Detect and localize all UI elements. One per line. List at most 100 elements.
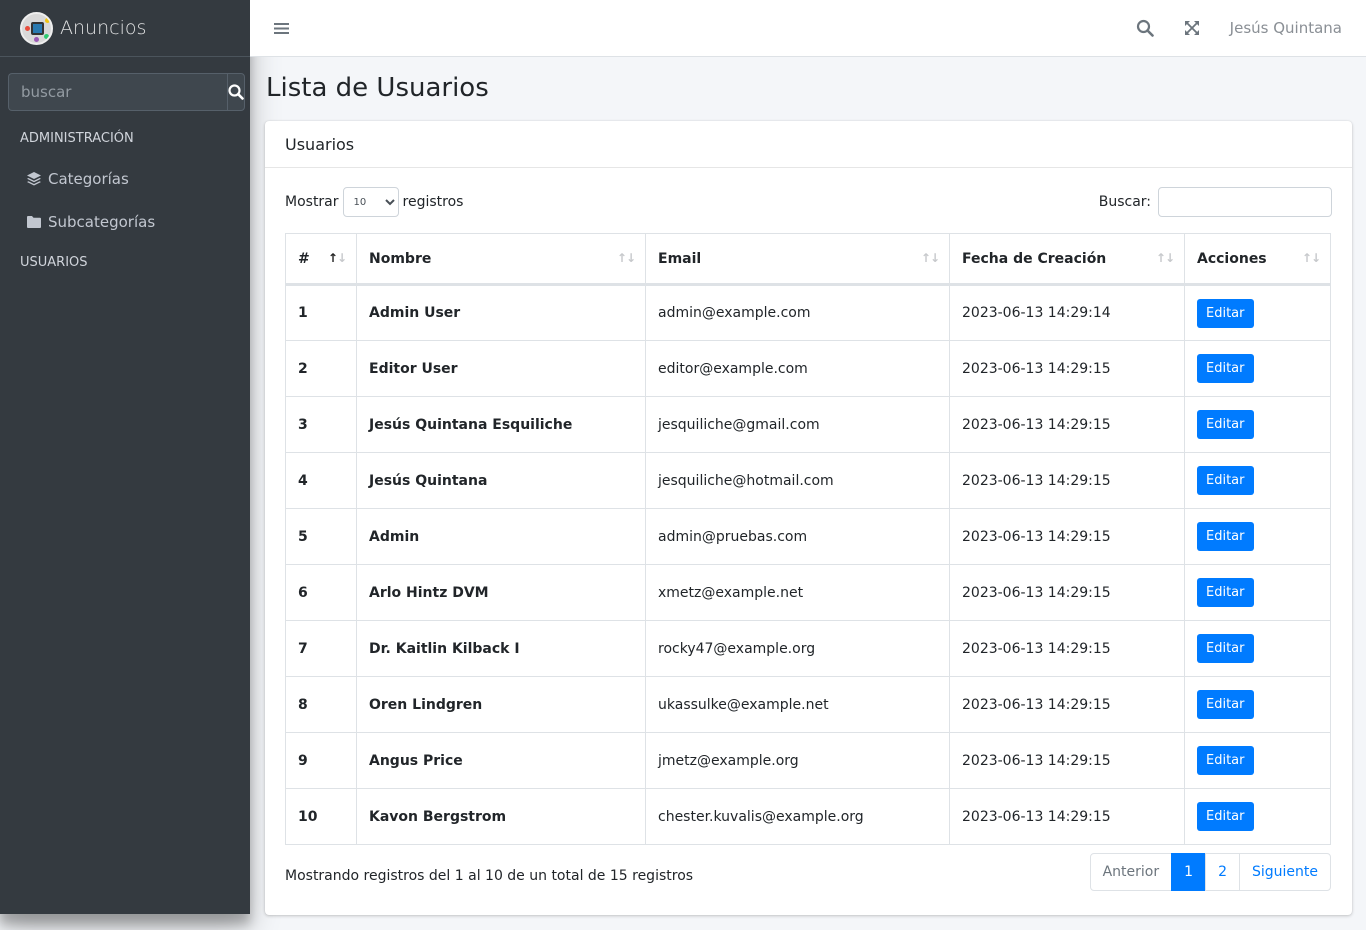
row-email: chester.kuvalis@example.org xyxy=(645,788,950,845)
row-created: 2023-06-13 14:29:15 xyxy=(949,452,1185,509)
folder-icon xyxy=(26,215,44,229)
row-created: 2023-06-13 14:29:15 xyxy=(949,508,1185,565)
row-email: jesquiliche@gmail.com xyxy=(645,396,950,453)
sidebar-item-subcategorias[interactable]: Subcategorías xyxy=(0,200,250,243)
pagination: Anterior 1 2 Siguiente xyxy=(1089,853,1331,891)
sort-icon: ↑↓ xyxy=(1301,251,1321,265)
table-row: 5 Admin admin@pruebas.com 2023-06-13 14:29:… xyxy=(285,508,1331,565)
table-filter: Buscar: xyxy=(1099,187,1332,217)
length-prefix: Mostrar xyxy=(285,194,339,210)
row-id: 1 xyxy=(285,284,357,341)
table-row: 3 Jesús Quintana Esquiliche jesquiliche@gm… xyxy=(285,396,1331,453)
brand-name: Anuncios xyxy=(60,17,147,39)
row-created: 2023-06-13 14:29:15 xyxy=(949,676,1185,733)
col-actions-label: Acciones xyxy=(1197,250,1267,267)
row-name: Angus Price xyxy=(356,732,646,789)
edit-button[interactable]: Editar xyxy=(1197,522,1254,551)
menu-toggle-icon[interactable] xyxy=(274,22,289,35)
length-control: Mostrar 10 registros xyxy=(285,187,463,217)
table-row: 8 Oren Lindgren ukassulke@example.net 2023-… xyxy=(285,676,1331,733)
row-created: 2023-06-13 14:29:15 xyxy=(949,564,1185,621)
row-id: 4 xyxy=(285,452,357,509)
row-email: admin@example.com xyxy=(645,284,950,341)
row-id: 7 xyxy=(285,620,357,677)
edit-button[interactable]: Editar xyxy=(1197,802,1254,831)
edit-button[interactable]: Editar xyxy=(1197,634,1254,663)
filter-input[interactable] xyxy=(1158,187,1332,217)
col-name-label: Nombre xyxy=(369,250,432,267)
row-actions: Editar xyxy=(1184,620,1331,677)
search-icon[interactable] xyxy=(1122,19,1169,37)
table-row: 6 Arlo Hintz DVM xmetz@example.net 2023-06-… xyxy=(285,564,1331,621)
row-email: jmetz@example.org xyxy=(645,732,950,789)
row-name: Admin User xyxy=(356,284,646,341)
edit-button[interactable]: Editar xyxy=(1197,578,1254,607)
fullscreen-icon[interactable] xyxy=(1169,20,1216,36)
row-created: 2023-06-13 14:29:15 xyxy=(949,396,1185,453)
row-actions: Editar xyxy=(1184,732,1331,789)
row-id: 9 xyxy=(285,732,357,789)
row-name: Jesús Quintana xyxy=(356,452,646,509)
row-email: editor@example.com xyxy=(645,340,950,397)
col-email-label: Email xyxy=(658,250,702,267)
edit-button[interactable]: Editar xyxy=(1197,690,1254,719)
table-header-row: # ↑↓ Nombre ↑↓ Email ↑↓ Fecha de Creación ↑↓… xyxy=(285,233,1331,286)
col-created-label: Fecha de Creación xyxy=(962,250,1107,267)
row-id: 10 xyxy=(285,788,357,845)
row-name: Admin xyxy=(356,508,646,565)
col-name-header[interactable]: Nombre ↑↓ xyxy=(356,233,646,286)
row-email: rocky47@example.org xyxy=(645,620,950,677)
col-actions-header[interactable]: Acciones ↑↓ xyxy=(1184,233,1331,286)
row-actions: Editar xyxy=(1184,340,1331,397)
row-name: Editor User xyxy=(356,340,646,397)
card-title: Usuarios xyxy=(265,121,1352,168)
edit-button[interactable]: Editar xyxy=(1197,746,1254,775)
edit-button[interactable]: Editar xyxy=(1197,298,1254,328)
table-row: 10 Kavon Bergstrom chester.kuvalis@example… xyxy=(285,788,1331,845)
layers-icon xyxy=(26,171,44,187)
sort-icon: ↑↓ xyxy=(616,251,636,265)
col-id-header[interactable]: # ↑↓ xyxy=(285,233,357,286)
search-icon xyxy=(228,84,244,100)
row-id: 8 xyxy=(285,676,357,733)
row-actions: Editar xyxy=(1184,284,1331,341)
row-id: 5 xyxy=(285,508,357,565)
row-actions: Editar xyxy=(1184,564,1331,621)
sidebar: Anuncios ADMINISTRACIÓN Categorías Subca… xyxy=(0,0,250,914)
edit-button[interactable]: Editar xyxy=(1197,354,1254,383)
nav-header-usuarios[interactable]: USUARIOS xyxy=(0,247,250,277)
row-email: admin@pruebas.com xyxy=(645,508,950,565)
pagination-page-1[interactable]: 1 xyxy=(1171,853,1207,891)
table-row: 9 Angus Price jmetz@example.org 2023-06-13 … xyxy=(285,732,1331,789)
row-email: ukassulke@example.net xyxy=(645,676,950,733)
brand-logo xyxy=(20,11,53,45)
sidebar-item-label: Categorías xyxy=(48,169,129,188)
sidebar-search-button[interactable] xyxy=(227,73,245,111)
users-table: # ↑↓ Nombre ↑↓ Email ↑↓ Fecha de Creación ↑↓… xyxy=(285,233,1331,845)
length-select[interactable]: 10 xyxy=(342,187,399,217)
table-row: 2 Editor User editor@example.com 2023-06-13… xyxy=(285,340,1331,397)
row-name: Arlo Hintz DVM xyxy=(356,564,646,621)
table-row: 4 Jesús Quintana jesquiliche@hotmail.com 20… xyxy=(285,452,1331,509)
sidebar-search-input[interactable] xyxy=(8,73,227,111)
pagination-next[interactable]: Siguiente xyxy=(1238,853,1331,891)
col-email-header[interactable]: Email ↑↓ xyxy=(645,233,950,286)
row-actions: Editar xyxy=(1184,676,1331,733)
row-actions: Editar xyxy=(1184,452,1331,509)
user-menu[interactable]: Jesús Quintana xyxy=(1216,19,1366,37)
pagination-page-2[interactable]: 2 xyxy=(1205,853,1240,891)
row-created: 2023-06-13 14:29:14 xyxy=(949,284,1185,341)
row-name: Jesús Quintana Esquiliche xyxy=(356,396,646,453)
col-created-header[interactable]: Fecha de Creación ↑↓ xyxy=(949,233,1185,286)
table-row: 7 Dr. Kaitlin Kilback Irocky47@example.or… xyxy=(285,620,1331,677)
brand-link[interactable]: Anuncios xyxy=(0,0,250,57)
page-title: Lista de Usuarios xyxy=(266,73,489,103)
row-created: 2023-06-13 14:29:15 xyxy=(949,340,1185,397)
row-email: xmetz@example.net xyxy=(645,564,950,621)
row-created: 2023-06-13 14:29:15 xyxy=(949,620,1185,677)
edit-button[interactable]: Editar xyxy=(1197,410,1254,439)
sidebar-item-categorias[interactable]: Categorías xyxy=(0,157,250,200)
row-email: jesquiliche@hotmail.com xyxy=(645,452,950,509)
edit-button[interactable]: Editar xyxy=(1197,466,1254,495)
pagination-prev[interactable]: Anterior xyxy=(1089,853,1173,891)
